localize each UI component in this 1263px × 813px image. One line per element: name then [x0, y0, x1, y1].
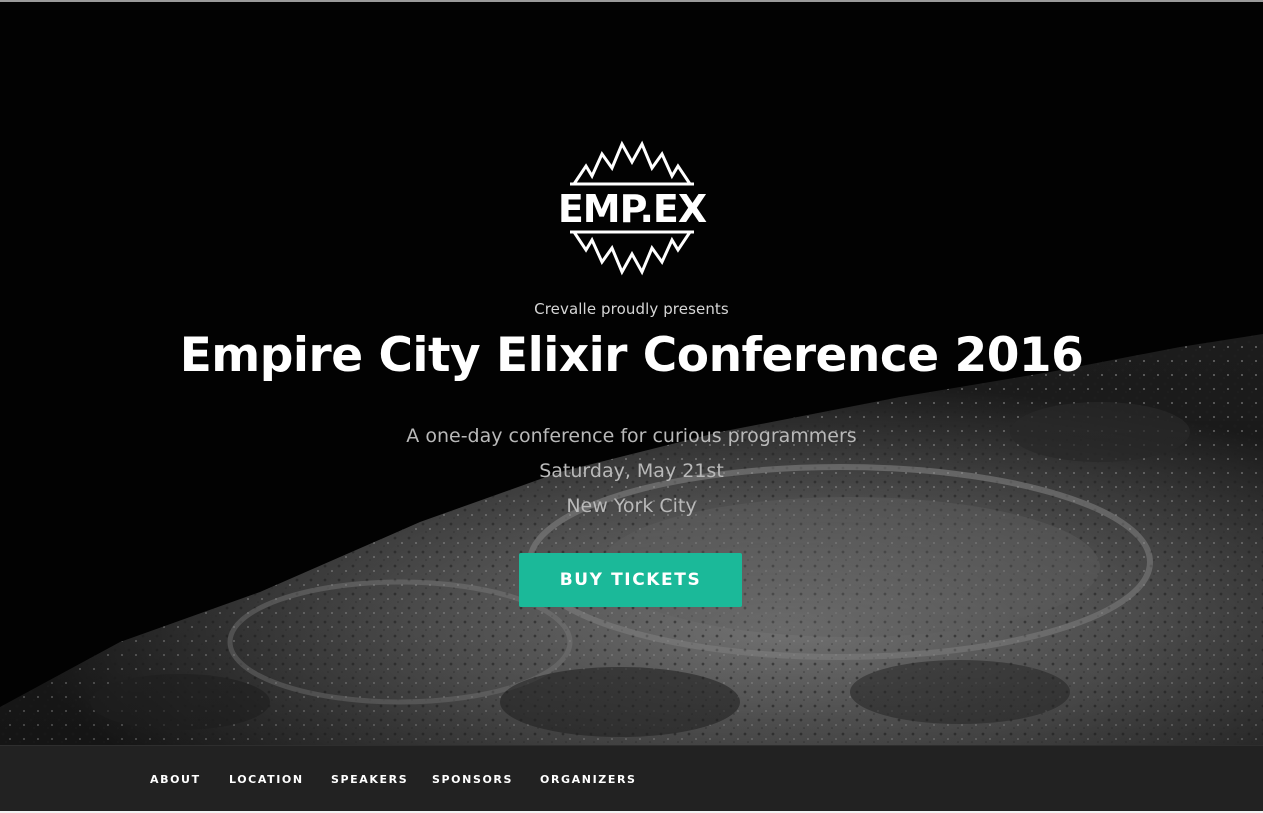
svg-text:EMP.EX: EMP.EX	[558, 187, 707, 231]
empex-logo: EMP.EX	[556, 136, 708, 278]
presenter-text: Crevalle proudly presents	[534, 300, 729, 318]
hero-section: EMP.EX Crevalle proudly presents Empire …	[0, 2, 1263, 745]
nav-item-sponsors[interactable]: SPONSORS	[432, 773, 513, 786]
event-location: New York City	[566, 495, 697, 517]
nav-item-about[interactable]: ABOUT	[150, 773, 201, 786]
event-date: Saturday, May 21st	[539, 460, 724, 482]
buy-tickets-button[interactable]: BUY TICKETS	[519, 553, 742, 607]
nav-item-organizers[interactable]: ORGANIZERS	[540, 773, 637, 786]
starburst-logo-icon: EMP.EX	[558, 140, 708, 276]
nav-item-location[interactable]: LOCATION	[229, 773, 304, 786]
tagline-text: A one-day conference for curious program…	[406, 425, 857, 447]
page-title: Empire City Elixir Conference 2016	[179, 328, 1084, 383]
bottom-nav-bar: ABOUT LOCATION SPEAKERS SPONSORS ORGANIZ…	[0, 745, 1263, 812]
nav-item-speakers[interactable]: SPEAKERS	[331, 773, 408, 786]
